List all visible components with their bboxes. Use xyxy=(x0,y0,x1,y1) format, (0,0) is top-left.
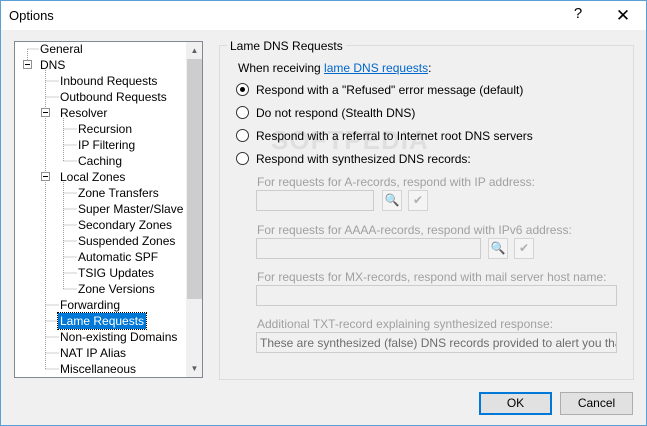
radio-stealth[interactable] xyxy=(236,106,249,119)
dns-collapse-icon[interactable] xyxy=(23,60,32,69)
tree-item-secondary-zones[interactable]: Secondary Zones xyxy=(76,217,174,233)
tree-item-nat-ip-alias[interactable]: NAT IP Alias xyxy=(58,345,128,361)
aaaa-record-label: For requests for AAAA-records, respond w… xyxy=(257,223,572,237)
options-tree[interactable]: General DNS Inbound Requests Outbound Re… xyxy=(14,41,203,378)
a-record-label: For requests for A-records, respond with… xyxy=(257,175,535,189)
txt-record-input[interactable]: These are synthesized (false) DNS record… xyxy=(256,332,617,353)
tree-item-automatic-spf[interactable]: Automatic SPF xyxy=(76,249,160,265)
tree-item-forwarding[interactable]: Forwarding xyxy=(58,297,122,313)
resolver-collapse-icon[interactable] xyxy=(41,108,50,117)
tree-item-miscellaneous[interactable]: Miscellaneous xyxy=(58,361,138,377)
aaaa-record-check-icon[interactable]: ✔ xyxy=(514,238,534,259)
radio-synthesized[interactable] xyxy=(236,152,249,165)
tree-item-general[interactable]: General xyxy=(38,42,85,57)
radio-refused[interactable] xyxy=(236,83,249,96)
a-record-input[interactable] xyxy=(256,190,374,211)
tree-item-recursion[interactable]: Recursion xyxy=(76,121,134,137)
a-record-check-icon[interactable]: ✔ xyxy=(408,190,428,211)
tree-item-dns[interactable]: DNS xyxy=(38,57,67,73)
tree-item-tsig-updates[interactable]: TSIG Updates xyxy=(76,265,156,281)
tree-item-inbound-requests[interactable]: Inbound Requests xyxy=(58,73,159,89)
a-record-search-icon[interactable]: 🔍 xyxy=(382,190,402,211)
tree-item-suspended-zones[interactable]: Suspended Zones xyxy=(76,233,177,249)
mx-record-label: For requests for MX-records, respond wit… xyxy=(257,270,607,284)
tree-item-ip-filtering[interactable]: IP Filtering xyxy=(76,137,137,153)
radio-refused-label[interactable]: Respond with a "Refused" error message (… xyxy=(256,83,523,97)
watermark-logo: SOFTPEDIA xyxy=(271,125,429,155)
tree-item-non-existing-domains[interactable]: Non-existing Domains xyxy=(58,329,179,345)
aaaa-record-search-icon[interactable]: 🔍 xyxy=(488,238,508,259)
tree-item-local-zones[interactable]: Local Zones xyxy=(58,169,127,185)
cancel-button[interactable]: Cancel xyxy=(560,392,633,415)
tree-item-super-master-slave[interactable]: Super Master/Slave xyxy=(76,201,185,217)
intro-prefix: When receiving xyxy=(238,61,325,75)
tree-item-zone-transfers[interactable]: Zone Transfers xyxy=(76,185,161,201)
intro-text: When receiving lame DNS requests: xyxy=(238,61,431,75)
tree-scrollbar[interactable]: ▲ ▼ xyxy=(186,42,202,377)
radio-stealth-label[interactable]: Do not respond (Stealth DNS) xyxy=(256,106,415,120)
txt-record-label: Additional TXT-record explaining synthes… xyxy=(257,317,553,331)
tree-item-outbound-requests[interactable]: Outbound Requests xyxy=(58,89,169,105)
scrollbar-thumb[interactable] xyxy=(187,59,202,299)
lame-dns-requests-link[interactable]: lame DNS requests xyxy=(324,61,428,75)
local-zones-collapse-icon[interactable] xyxy=(41,172,50,181)
help-button[interactable]: ? xyxy=(567,5,589,25)
radio-referral[interactable] xyxy=(236,129,249,142)
intro-suffix: : xyxy=(428,61,432,75)
scroll-down-icon[interactable]: ▼ xyxy=(186,360,202,377)
title-bar: Options ? ✕ xyxy=(1,1,646,30)
window-title: Options xyxy=(9,8,54,23)
scroll-up-icon[interactable]: ▲ xyxy=(186,42,202,59)
close-button[interactable]: ✕ xyxy=(600,3,646,29)
mx-record-input[interactable] xyxy=(256,285,617,306)
group-title: Lame DNS Requests xyxy=(227,39,346,53)
tree-item-zone-versions[interactable]: Zone Versions xyxy=(76,281,157,297)
tree-item-lame-requests[interactable]: Lame Requests xyxy=(56,312,148,330)
options-dialog: Options ? ✕ General DNS Inbound Requests… xyxy=(0,0,647,426)
aaaa-record-input[interactable] xyxy=(256,238,481,259)
ok-button[interactable]: OK xyxy=(479,392,552,415)
tree-item-resolver[interactable]: Resolver xyxy=(58,105,109,121)
tree-item-caching[interactable]: Caching xyxy=(76,153,124,169)
